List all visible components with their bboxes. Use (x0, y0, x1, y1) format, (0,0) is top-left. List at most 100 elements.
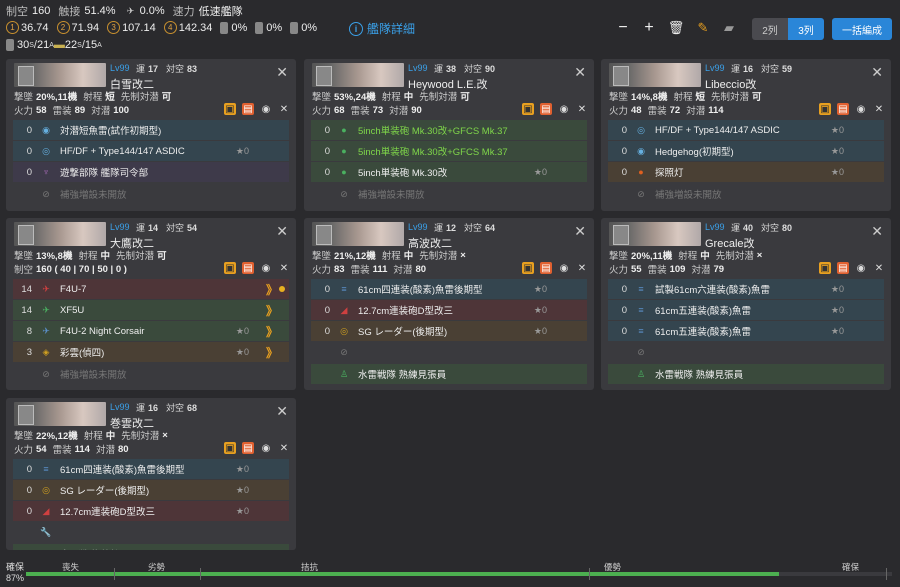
ship-banner[interactable] (609, 222, 701, 246)
close-icon[interactable]: ✕ (574, 223, 586, 240)
proficiency-chevron: 》 (265, 324, 278, 339)
reinforcement-slot[interactable]: ♙ 水雷戦隊 熟練見張員 (608, 364, 884, 384)
trash-icon[interactable]: 🗑 (667, 17, 685, 39)
column-toggle: 2列 3列 (752, 18, 824, 40)
slot-size: 0 (621, 145, 627, 157)
equipment-slot[interactable]: 0 ♆ 遊撃部隊 艦隊司令部 (13, 162, 289, 182)
equipment-slot[interactable]: 0 ◢ 12.7cm連装砲D型改三 ★0 (311, 300, 587, 320)
drum-icon (255, 21, 264, 34)
toolbox-icon[interactable]: ▤ (837, 262, 849, 274)
close-icon[interactable]: ✕ (276, 64, 288, 81)
reinforcement-slot[interactable]: ⊘ 補強増設未開放 (311, 184, 587, 204)
supply-box-icon[interactable]: ▣ (224, 442, 236, 454)
equipment-slot[interactable]: 0 ≡ 試製61cm六連装(酸素)魚雷 ★0 (608, 279, 884, 299)
cards-icon[interactable]: ▰ (720, 17, 738, 39)
toolbox-icon[interactable]: ▤ (242, 262, 254, 274)
slot-size: 0 (26, 484, 32, 496)
equipment-slot[interactable]: 0 ◉ Hedgehog(初期型) ★0 (608, 141, 884, 161)
summary-value: 0% (266, 21, 283, 34)
ship-banner[interactable] (14, 402, 106, 426)
clear-icon[interactable]: ✕ (278, 442, 290, 454)
reinforcement-slot[interactable]: ♙ 水雷戦隊 熟練見張員 (311, 364, 587, 384)
stat-value: 114 (74, 443, 90, 455)
equipment-slot[interactable]: 0 ● 5inch単装砲 Mk.30改+GFCS Mk.37 (311, 120, 587, 140)
stat-value: 109 (669, 263, 686, 275)
eye-icon[interactable]: ◉ (558, 103, 570, 115)
supply-box-icon[interactable]: ▣ (522, 103, 534, 115)
eye-icon[interactable]: ◉ (260, 103, 272, 115)
close-icon[interactable]: ✕ (871, 223, 883, 240)
disabled-slot-icon: ⊘ (42, 188, 50, 199)
equipment-slot[interactable]: 0 ● 5inch単装砲 Mk.30改+GFCS Mk.37 (311, 141, 587, 161)
reinforcement-slot[interactable]: ⊘ 補強増設未開放 (13, 364, 289, 384)
ship-banner[interactable] (312, 63, 404, 87)
clear-icon[interactable]: ✕ (873, 103, 885, 115)
clear-icon[interactable]: ✕ (576, 103, 588, 115)
equipment-slot[interactable]: 0 ◎ HF/DF + Type144/147 ASDIC ★0 (13, 141, 289, 161)
equipment-slot[interactable]: 🔧 (13, 522, 289, 542)
equipment-slot[interactable]: 14 ✈ F4U-7 》 (13, 279, 289, 299)
two-column-button[interactable]: 2列 (752, 18, 788, 40)
ship-banner[interactable] (609, 63, 701, 87)
close-icon[interactable]: ✕ (574, 64, 586, 81)
equipment-slot[interactable]: 0 ◎ SG レーダー(後期型) ★0 (311, 321, 587, 341)
eye-icon[interactable]: ◉ (558, 262, 570, 274)
air-state-label: 確保 (6, 562, 25, 572)
slot-size: 3 (26, 346, 32, 358)
reinforcement-slot[interactable]: ♙ 水雷戦隊 熟練見張員 (13, 544, 289, 550)
close-icon[interactable]: ✕ (871, 64, 883, 81)
close-icon[interactable]: ✕ (276, 223, 288, 240)
reinforcement-slot[interactable]: ⊘ 補強増設未開放 (13, 184, 289, 204)
toolbox-icon[interactable]: ▤ (837, 103, 849, 115)
toolbox-icon[interactable]: ▤ (242, 442, 254, 454)
toolbox-icon[interactable]: ▤ (540, 103, 552, 115)
equipment-slot[interactable]: 0 ≡ 61cm五連装(酸素)魚雷 ★0 (608, 300, 884, 320)
fleet-summary: 制空 160 触接 51.4% ✈ 0.0% 速力 低速艦隊 1 36.74 2 71.94 3 107… (0, 0, 900, 56)
eye-icon[interactable]: ◉ (855, 103, 867, 115)
supply-box-icon[interactable]: ▣ (224, 103, 236, 115)
three-column-button[interactable]: 3列 (788, 18, 824, 40)
equipment-slot[interactable]: 0 ◎ SG レーダー(後期型) ★0 (13, 480, 289, 500)
ship-banner[interactable] (14, 222, 106, 246)
equipment-slot[interactable]: 0 ≡ 61cm四連装(酸素)魚雷後期型 ★0 (311, 279, 587, 299)
equipment-slot[interactable]: 3 ◈ 彩雲(偵四) ★0 》 (13, 342, 289, 362)
equipment-slot[interactable]: ⊘ (311, 342, 587, 362)
clear-icon[interactable]: ✕ (278, 262, 290, 274)
fleet-detail-link[interactable]: i 艦隊詳細 (349, 20, 415, 37)
eye-icon[interactable]: ◉ (260, 442, 272, 454)
luck-label: 運 (731, 223, 741, 233)
supply-box-icon[interactable]: ▣ (522, 262, 534, 274)
equipment-slot[interactable]: ⊘ (608, 342, 884, 362)
toolbox-icon[interactable]: ▤ (242, 103, 254, 115)
clear-icon[interactable]: ✕ (278, 103, 290, 115)
clear-icon[interactable]: ✕ (873, 262, 885, 274)
clear-icon[interactable]: ✕ (576, 262, 588, 274)
plus-icon[interactable]: + (640, 17, 658, 39)
equipment-slot[interactable]: 0 ◎ HF/DF + Type144/147 ASDIC ★0 (608, 120, 884, 140)
minus-icon[interactable]: − (614, 17, 632, 39)
ship-banner[interactable] (312, 222, 404, 246)
notepad-icon[interactable]: ✎ (694, 17, 712, 39)
supply-box-icon[interactable]: ▣ (819, 103, 831, 115)
equipment-slot[interactable]: 0 ◉ 対潜短魚雷(試作初期型) (13, 120, 289, 140)
close-icon[interactable]: ✕ (276, 403, 288, 420)
disabled-slot-icon: ⊘ (42, 368, 50, 379)
equipment-slot[interactable]: 8 ✈ F4U-2 Night Corsair ★0 》 (13, 321, 289, 341)
equipment-slot[interactable]: 0 ● 5inch単装砲 Mk.30改 ★0 (311, 162, 587, 182)
eye-icon[interactable]: ◉ (855, 262, 867, 274)
torpedo-icon: ≡ (638, 284, 644, 294)
ship-banner[interactable] (14, 63, 106, 87)
supply-box-icon[interactable]: ▣ (224, 262, 236, 274)
ship-header: Lv99 運 14 対空 54 大鷹改二 ✕ (6, 218, 296, 250)
equipment-slot[interactable]: 0 ≡ 61cm五連装(酸素)魚雷 ★0 (608, 321, 884, 341)
aa-label: 対空 (166, 403, 185, 413)
equipment-slot[interactable]: 14 ✈ XF5U 》 (13, 300, 289, 320)
reinforcement-slot[interactable]: ⊘ 補強増設未開放 (608, 184, 884, 204)
equipment-slot[interactable]: 0 ● 探照灯 ★0 (608, 162, 884, 182)
supply-box-icon[interactable]: ▣ (819, 262, 831, 274)
eye-icon[interactable]: ◉ (260, 262, 272, 274)
equipment-slot[interactable]: 0 ◢ 12.7cm連装砲D型改三 ★0 (13, 501, 289, 521)
bulk-edit-button[interactable]: 一括編成 (832, 18, 892, 40)
toolbox-icon[interactable]: ▤ (540, 262, 552, 274)
equipment-slot[interactable]: 0 ≡ 61cm四連装(酸素)魚雷後期型 ★0 (13, 459, 289, 479)
